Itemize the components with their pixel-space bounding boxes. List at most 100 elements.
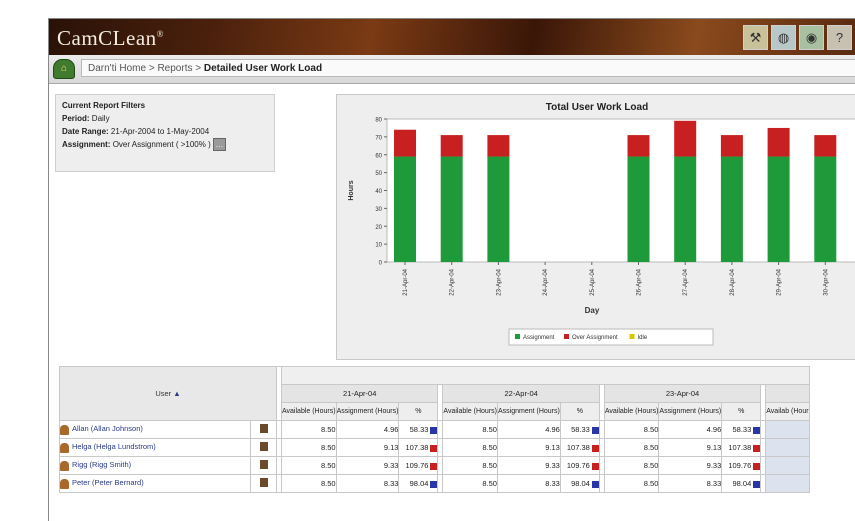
user-report-cell[interactable] xyxy=(250,420,277,439)
assignment-value: Over Assignment ( >100% ) xyxy=(112,140,211,149)
user-name[interactable]: Helga (Helga Lundstrom) xyxy=(72,442,156,451)
chart-svg: Total User Work Load 0 10 20 30 40 50 60 70 80 Hou… xyxy=(348,102,855,346)
breadcrumb-reports[interactable]: Reports xyxy=(157,63,192,74)
breadcrumb-separator: > xyxy=(192,63,204,74)
available-hours-cell: 8.50 xyxy=(442,456,498,475)
legend-swatch xyxy=(564,334,569,339)
bar-over-assignment xyxy=(767,127,790,157)
bar-assignment xyxy=(394,156,416,262)
percent-value: 58.33 xyxy=(732,425,752,434)
sub-column-header: Available (Hours) xyxy=(442,402,498,421)
assignment-hours-cell: 9.33 xyxy=(335,456,400,475)
edit-filter-button[interactable]: … xyxy=(212,138,226,152)
bar-assignment xyxy=(767,156,790,262)
header-band xyxy=(281,366,810,385)
percent-cell: 98.04 xyxy=(398,474,439,493)
sub-column-header-partial: Availab (Hour xyxy=(765,402,810,421)
partial-column-cell xyxy=(765,474,810,493)
user-report-cell[interactable] xyxy=(250,438,277,457)
report-icon[interactable] xyxy=(259,478,268,487)
percent-cell: 58.33 xyxy=(398,420,439,439)
y-tick-label: 70 xyxy=(375,135,382,141)
percent-cell: 98.04 xyxy=(559,474,600,493)
work-load-grid: User ▲ 21-Apr-04 22-Apr-04 23-Apr-04 Avail… xyxy=(59,366,810,493)
table-row: Rigg (Rigg Smith) 8.50 9.33 109.76 8.50 9.33 1… xyxy=(59,456,810,475)
percent-cell: 107.38 xyxy=(721,438,762,457)
available-hours-cell: 8.50 xyxy=(281,438,337,457)
report-icon[interactable] xyxy=(259,460,268,469)
tools-icon[interactable]: ⚒ xyxy=(743,25,768,50)
top-toolbar: ⚒ ◍ ◉ ? xyxy=(743,25,852,50)
help-icon[interactable]: ? xyxy=(827,25,852,50)
breadcrumb: Darn'ti Home > Reports > Detailed User W… xyxy=(81,59,855,77)
percent-cell: 107.38 xyxy=(398,438,439,457)
user-name[interactable]: Rigg (Rigg Smith) xyxy=(72,460,131,469)
x-axis-label: Day xyxy=(585,306,600,315)
status-flag-icon xyxy=(591,462,599,470)
bar-over-assignment xyxy=(627,135,650,157)
report-icon[interactable] xyxy=(259,424,268,433)
percent-value: 58.33 xyxy=(571,425,590,434)
status-flag-icon xyxy=(591,444,599,452)
app-logo[interactable]: CamCLean® xyxy=(57,26,164,51)
user-name-cell[interactable]: Peter (Peter Bernard) xyxy=(59,474,251,493)
logo-text: CamCLean xyxy=(57,26,157,50)
date-column-header-partial xyxy=(765,384,810,403)
assignment-hours-cell: 9.33 xyxy=(658,456,723,475)
legend-swatch xyxy=(629,334,635,339)
status-flag-icon xyxy=(430,426,438,434)
user-column-header[interactable]: User ▲ xyxy=(59,366,277,421)
available-hours-cell: 8.50 xyxy=(603,438,660,457)
user-name[interactable]: Peter (Peter Bernard) xyxy=(72,478,144,487)
user-name-cell[interactable]: Helga (Helga Lundstrom) xyxy=(59,438,251,457)
user-report-cell[interactable] xyxy=(250,456,277,475)
y-tick-label: 60 xyxy=(375,153,382,159)
user-header-label: User xyxy=(155,389,172,398)
available-hours-cell: 8.50 xyxy=(442,420,498,439)
sub-column-header: Assignment (Hours) xyxy=(658,402,723,421)
y-tick-label: 50 xyxy=(375,171,382,177)
bar-over-assignment xyxy=(487,135,510,157)
sub-column-header: % xyxy=(559,402,600,421)
available-hours-cell: 8.50 xyxy=(442,474,498,493)
x-tick-label: 26-Apr-04 xyxy=(637,268,643,295)
report-content: Current Report Filters Period: Daily Dat… xyxy=(49,84,855,521)
y-tick-label: 10 xyxy=(375,243,382,249)
report-icon[interactable] xyxy=(259,442,268,451)
assignment-hours-cell: 4.96 xyxy=(658,420,723,439)
sub-column-header: % xyxy=(398,402,439,421)
breadcrumb-current: Detailed User Work Load xyxy=(203,63,323,74)
sub-column-header: Assignment (Hours) xyxy=(335,402,400,421)
title-bar: CamCLean® ⚒ ◍ ◉ ? xyxy=(49,19,855,55)
sub-column-header: % xyxy=(721,402,762,421)
work-load-chart: Total User Work Load 0 10 20 30 40 50 60 70 80 Hou… xyxy=(336,94,855,360)
date-column-header: 23-Apr-04 xyxy=(603,384,762,403)
report-filters-panel: Current Report Filters Period: Daily Dat… xyxy=(55,94,275,172)
y-tick-label: 80 xyxy=(375,118,382,124)
home-icon[interactable]: ⌂ xyxy=(53,59,75,79)
user-name[interactable]: Allan (Allan Johnson) xyxy=(72,424,143,433)
date-column-header: 22-Apr-04 xyxy=(442,384,600,403)
percent-cell: 107.38 xyxy=(559,438,600,457)
assignment-hours-cell: 9.13 xyxy=(658,438,723,457)
status-flag-icon xyxy=(753,462,761,470)
percent-value: 107.38 xyxy=(405,443,429,452)
assignment-hours-cell: 9.13 xyxy=(496,438,561,457)
bar-assignment xyxy=(440,156,463,262)
x-tick-label: 28-Apr-04 xyxy=(730,268,736,295)
breadcrumb-home[interactable]: Darn'ti Home xyxy=(88,63,146,74)
globe-icon[interactable]: ◍ xyxy=(771,25,796,50)
x-tick-label: 27-Apr-04 xyxy=(683,268,689,295)
user-work-load-table: User ▲ 21-Apr-04 22-Apr-04 23-Apr-04 Avail… xyxy=(59,366,855,521)
user-report-cell[interactable] xyxy=(250,474,277,493)
percent-value: 109.76 xyxy=(728,461,752,470)
available-hours-cell: 8.50 xyxy=(281,474,337,493)
sort-ascending-icon[interactable]: ▲ xyxy=(173,389,180,398)
y-tick-label: 40 xyxy=(375,189,382,195)
available-hours-cell: 8.50 xyxy=(603,420,660,439)
user-icon xyxy=(60,442,69,453)
eye-icon[interactable]: ◉ xyxy=(799,25,824,50)
user-name-cell[interactable]: Allan (Allan Johnson) xyxy=(59,420,251,439)
chart-title: Total User Work Load xyxy=(546,102,648,113)
user-name-cell[interactable]: Rigg (Rigg Smith) xyxy=(59,456,251,475)
